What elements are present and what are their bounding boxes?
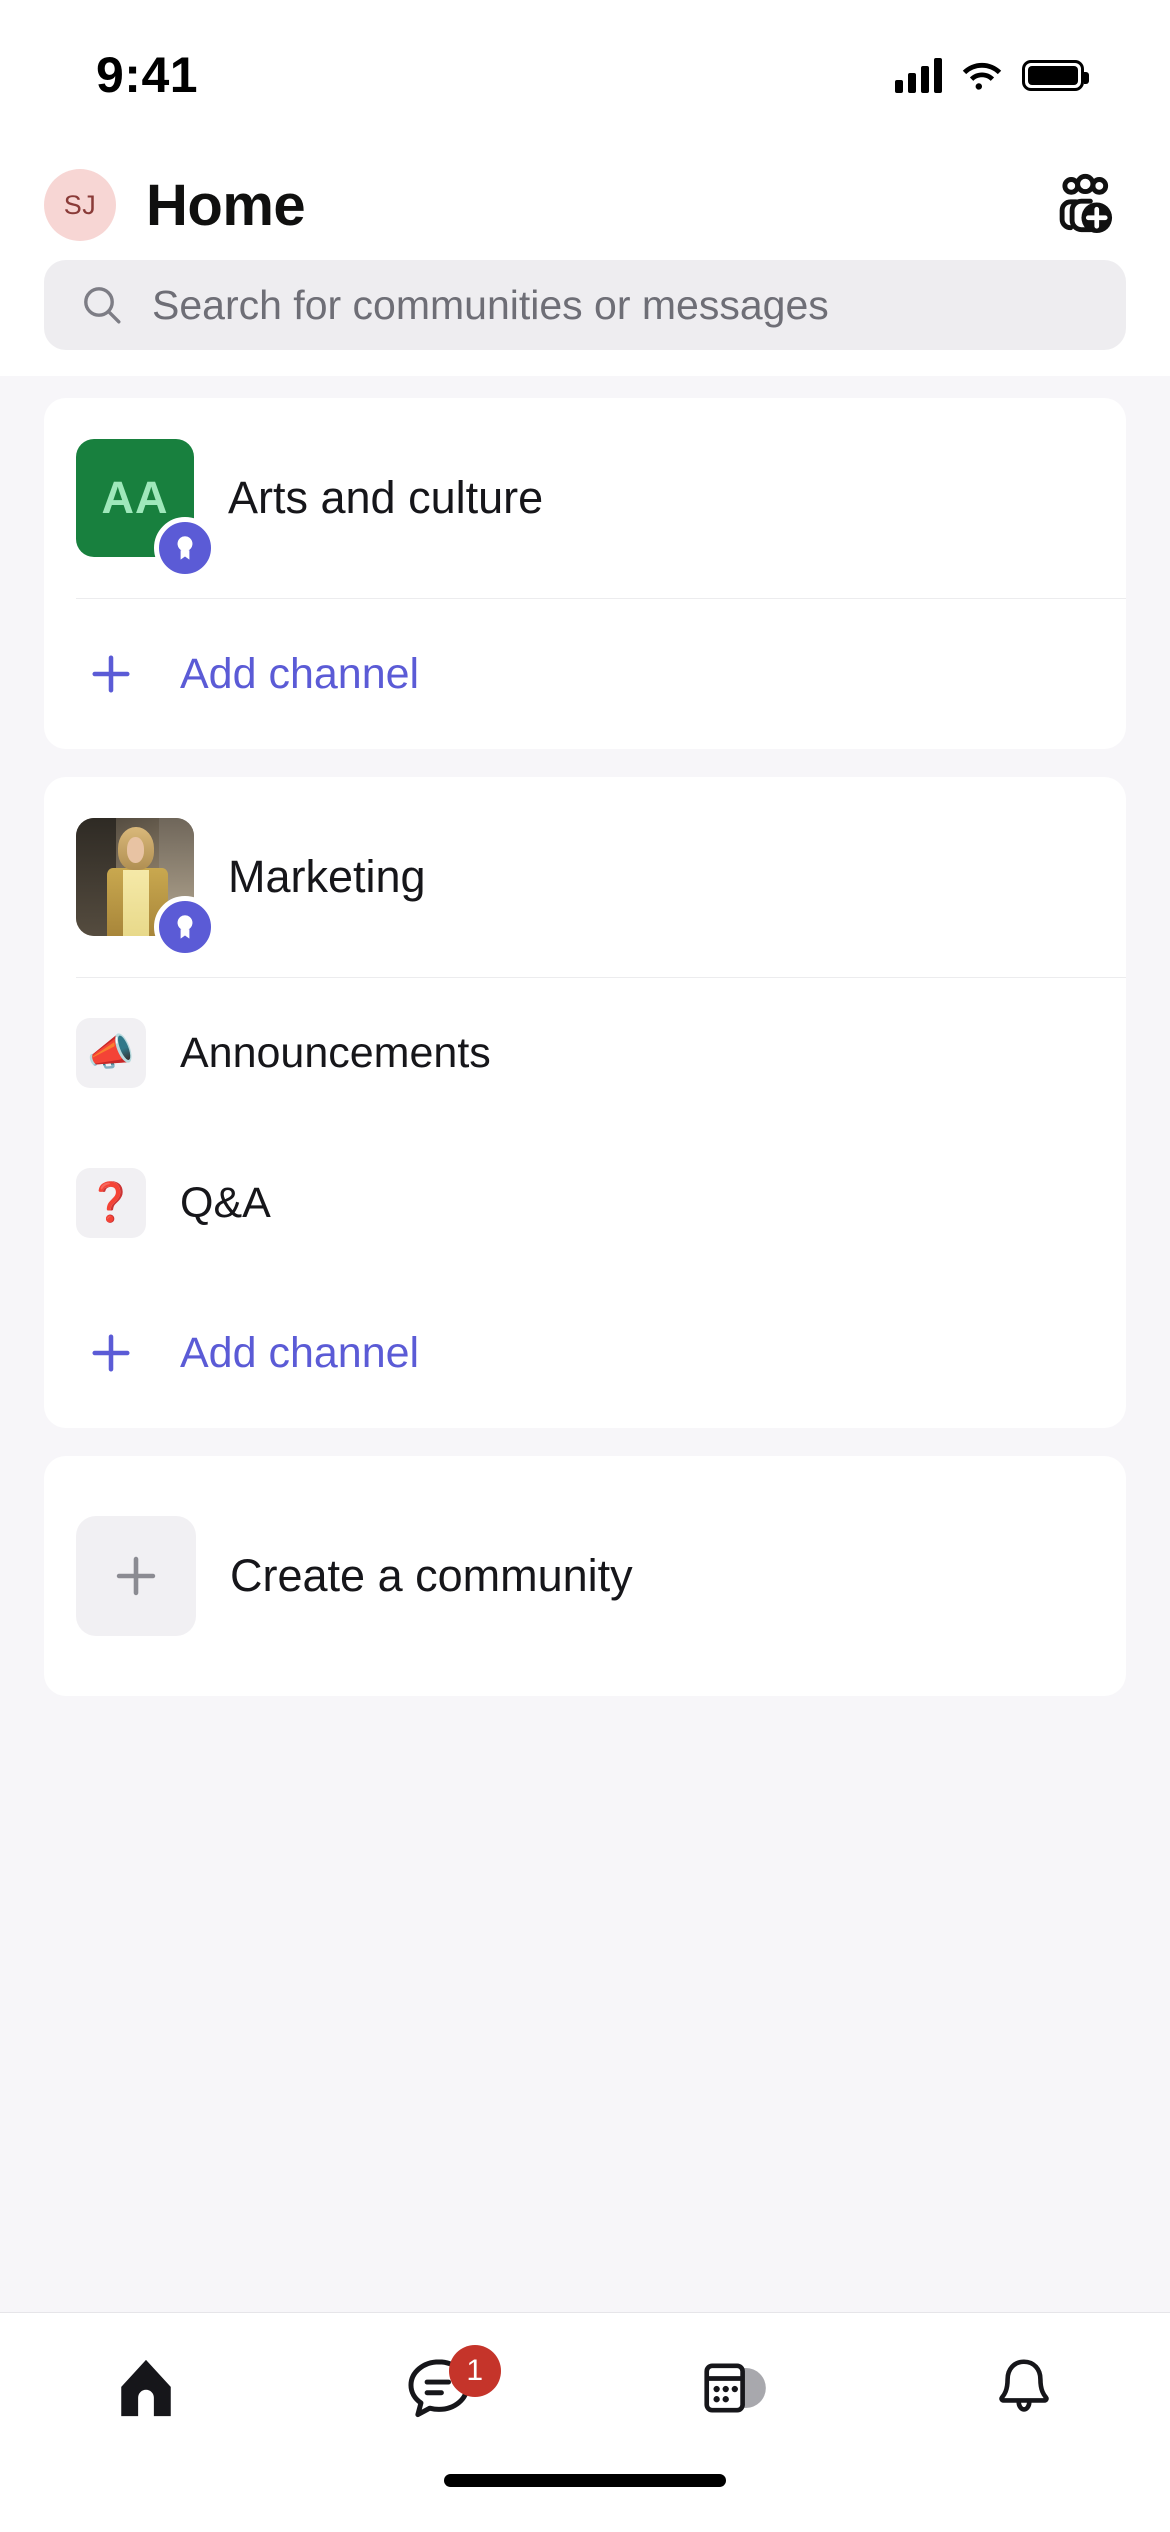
bell-icon: [999, 2358, 1049, 2412]
communities-list: AA Arts and culture Add channel Marketin…: [0, 376, 1170, 2312]
home-icon: [121, 2359, 171, 2416]
community-avatar: AA: [76, 439, 216, 579]
award-ribbon-icon: [154, 517, 216, 579]
search-icon: [84, 287, 121, 324]
search-input[interactable]: Search for communities or messages: [44, 260, 1126, 350]
community-avatar: [76, 818, 216, 958]
status-bar: 9:41: [0, 0, 1170, 150]
create-community-label: Create a community: [230, 1550, 633, 1601]
add-channel-label: Add channel: [180, 649, 420, 698]
add-channel-button-marketing[interactable]: Add channel: [44, 1278, 1126, 1428]
tab-notifications[interactable]: [878, 2313, 1170, 2462]
status-time: 9:41: [96, 47, 199, 103]
search-container: Search for communities or messages: [0, 260, 1170, 376]
status-icons: [895, 57, 1089, 93]
home-indicator-area: [0, 2462, 1170, 2532]
plus-icon: [76, 1516, 196, 1636]
page-title: Home: [146, 172, 306, 238]
create-community-button[interactable]: Create a community: [44, 1456, 1126, 1696]
community-row-marketing[interactable]: Marketing: [44, 777, 1126, 977]
plus-icon: [76, 639, 146, 709]
app-screen: 9:41 SJ Home Search for communities or m…: [0, 0, 1170, 2532]
add-channel-label: Add channel: [180, 1328, 420, 1377]
award-ribbon-icon: [154, 896, 216, 958]
chat-unread-badge: 1: [448, 2345, 501, 2397]
community-card: Marketing 📣 Announcements ❓ Q&A Add chan…: [44, 777, 1126, 1428]
channel-name: Announcements: [180, 1028, 491, 1077]
app-header: SJ Home: [0, 150, 1170, 260]
channel-name: Q&A: [180, 1178, 271, 1227]
megaphone-emoji-icon: 📣: [76, 1018, 146, 1088]
battery-full-icon: [1022, 59, 1089, 91]
add-people-icon[interactable]: [1046, 167, 1122, 243]
signal-bars-icon: [895, 57, 942, 93]
question-mark-emoji-icon: ❓: [76, 1168, 146, 1238]
wifi-icon: [962, 62, 1002, 90]
community-card: AA Arts and culture Add channel: [44, 398, 1126, 749]
channel-row-announcements[interactable]: 📣 Announcements: [44, 978, 1126, 1128]
activity-icon: [704, 2363, 767, 2412]
add-channel-button-arts-and-culture[interactable]: Add channel: [44, 599, 1126, 749]
tab-activity[interactable]: [585, 2313, 878, 2462]
channel-row-qa[interactable]: ❓ Q&A: [44, 1128, 1126, 1278]
search-placeholder: Search for communities or messages: [152, 281, 829, 328]
home-indicator[interactable]: [444, 2474, 726, 2487]
plus-icon: [76, 1318, 146, 1388]
community-name: Marketing: [228, 851, 426, 902]
bottom-tab-bar: 1: [0, 2312, 1170, 2462]
community-name: Arts and culture: [228, 472, 544, 523]
avatar[interactable]: SJ: [44, 169, 116, 241]
create-community-card: Create a community: [44, 1456, 1126, 1696]
community-avatar-initials: AA: [101, 472, 169, 523]
community-row-arts-and-culture[interactable]: AA Arts and culture: [44, 398, 1126, 598]
tab-chat[interactable]: 1: [293, 2313, 586, 2462]
tab-home[interactable]: [0, 2313, 293, 2462]
